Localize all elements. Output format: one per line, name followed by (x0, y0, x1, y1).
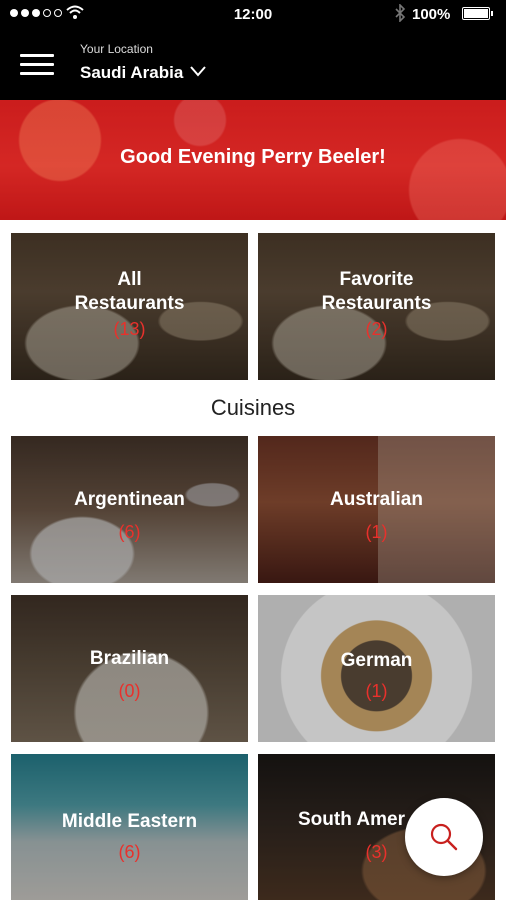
cuisine-count: (1) (365, 681, 388, 701)
cuisine-tile-brazilian[interactable]: Brazilian (0) (11, 595, 248, 742)
cuisine-tile-middle-eastern[interactable]: Middle Eastern (6) (11, 754, 248, 900)
cuisine-name: Middle Eastern (61, 811, 198, 832)
chevron-down-icon[interactable] (190, 65, 206, 77)
tile-title: All (117, 269, 142, 290)
tile-count: (13) (113, 319, 146, 339)
cuisine-tile-german[interactable]: German (1) (258, 595, 495, 742)
tile-title: Restaurants (321, 293, 432, 314)
location-selector[interactable]: Saudi Arabia (80, 63, 183, 83)
cuisine-tile-argentinean[interactable]: Argentinean (6) (11, 436, 248, 583)
battery-icon (462, 7, 493, 20)
cuisine-count: (6) (118, 842, 141, 862)
greeting-banner: Good Evening Perry Beeler! (0, 100, 506, 220)
cuisine-tile-australian[interactable]: Australian (1) (258, 436, 495, 583)
battery-percent: 100% (412, 6, 451, 23)
status-bar: 12:00 100% (0, 0, 506, 28)
bluetooth-icon (395, 4, 406, 22)
app-header: Your Location Saudi Arabia (0, 28, 506, 100)
cuisine-count: (0) (118, 681, 141, 701)
hamburger-icon[interactable] (20, 54, 54, 76)
cuisine-count: (6) (118, 522, 141, 542)
cuisine-count: (1) (365, 522, 388, 542)
cuisine-name: Brazilian (89, 648, 170, 669)
greeting-text: Good Evening Perry Beeler! (120, 146, 386, 168)
all-restaurants-tile[interactable]: All Restaurants (13) (11, 233, 248, 380)
cuisine-name: German (340, 650, 413, 671)
location-label: Your Location (80, 42, 153, 56)
tile-title: Restaurants (74, 293, 185, 314)
favorite-restaurants-tile[interactable]: Favorite Restaurants (2) (258, 233, 495, 380)
cuisine-name: Argentinean (74, 489, 185, 510)
cuisine-name: Australian (330, 489, 423, 510)
tile-count: (2) (365, 319, 388, 339)
tile-title: Favorite (339, 269, 414, 290)
cuisines-heading: Cuisines (210, 395, 296, 420)
search-icon (430, 823, 458, 851)
search-button[interactable] (405, 798, 483, 876)
